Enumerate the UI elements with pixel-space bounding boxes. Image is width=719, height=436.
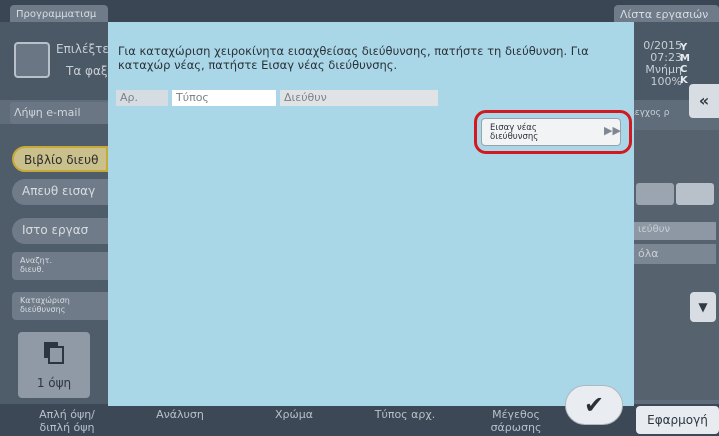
address-register-button[interactable]: Καταχώριση διεύθυνσης bbox=[12, 292, 108, 320]
memory-value: 100% bbox=[650, 75, 682, 88]
fax-label: Τα φαξ bbox=[66, 64, 108, 78]
select-instruction: Επιλέξτε bbox=[56, 42, 109, 56]
scroll-down-icon[interactable]: ▼ bbox=[690, 292, 716, 322]
color-setting[interactable]: Χρώμα bbox=[254, 408, 334, 421]
fax-icon bbox=[14, 42, 50, 78]
collapse-arrow-icon[interactable]: « bbox=[689, 84, 719, 118]
filter-select[interactable]: όλα bbox=[634, 244, 716, 264]
original-type-setting[interactable]: Τύπος αρχ. bbox=[360, 408, 450, 421]
grid-view-icon[interactable] bbox=[636, 183, 674, 205]
resolution-setting[interactable]: Ανάλυση bbox=[140, 408, 220, 421]
job-history-button[interactable]: Ιστο εργασ bbox=[12, 218, 108, 244]
list-view-icon[interactable] bbox=[676, 183, 714, 205]
right-panel bbox=[632, 130, 719, 400]
new-address-dialog bbox=[108, 22, 634, 406]
dialog-message: Για καταχώριση χειροκίνητα εισαχθείσας δ… bbox=[118, 44, 589, 72]
direct-input-button[interactable]: Απευθ εισαγ bbox=[12, 179, 108, 205]
status-datetime: 0/2015 07:23 Μνήμη 100% bbox=[634, 40, 682, 88]
address-search-button[interactable]: Αναζητ. διευθ. bbox=[12, 252, 108, 280]
column-header-type: Τύπος bbox=[172, 90, 276, 106]
address-field-label: ιεύθυν bbox=[634, 222, 716, 240]
scan-size-setting[interactable]: Μέγεθος σάρωσης bbox=[476, 408, 556, 434]
new-address-button[interactable]: Εισαγ νέας διεύθυνσης bbox=[481, 118, 621, 146]
one-sided-label: 1 όψη bbox=[36, 376, 72, 390]
tab-email-receive[interactable]: Λήψη e-mail bbox=[10, 102, 110, 124]
double-arrow-right-icon: ▶▶ bbox=[604, 124, 621, 137]
column-header-address: Διεύθυν bbox=[280, 90, 438, 106]
toner-levels: Y M C K bbox=[680, 42, 690, 86]
column-header-number: Αρ. bbox=[116, 90, 168, 106]
ok-button[interactable]: ✔ bbox=[565, 385, 623, 425]
duplex-setting[interactable]: Απλή όψη/ διπλή όψη bbox=[22, 408, 112, 434]
address-book-button[interactable]: Βιβλίο διευθ bbox=[12, 146, 108, 172]
apply-button[interactable]: Εφαρμογή bbox=[636, 406, 719, 434]
